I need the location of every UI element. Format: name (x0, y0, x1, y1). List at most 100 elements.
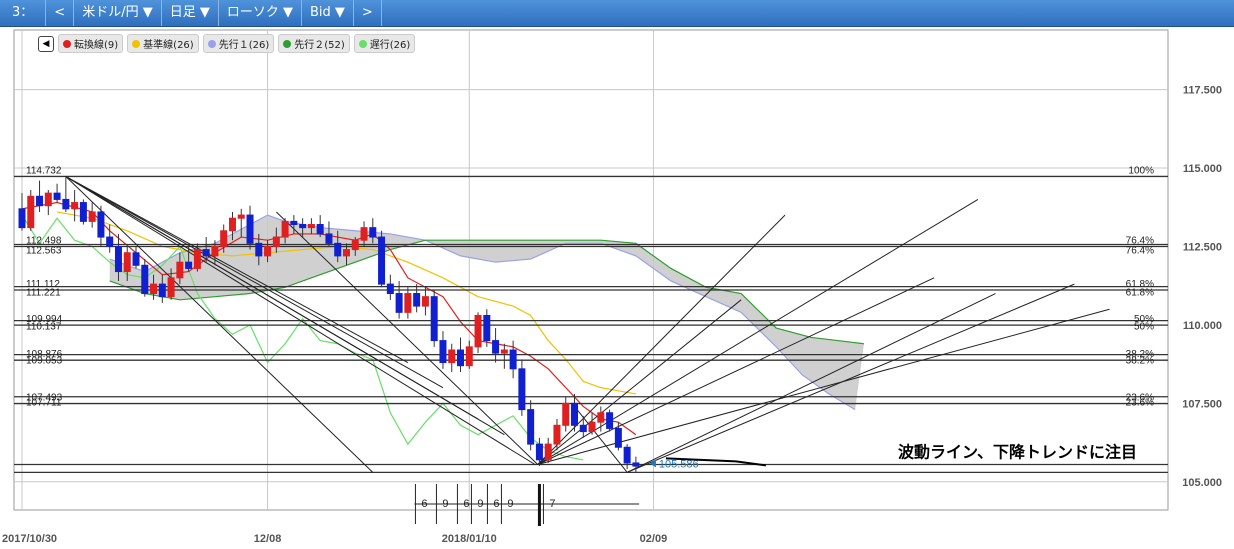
fib-pct-label: 50% (1134, 314, 1154, 325)
legend-collapse-icon[interactable]: ◀ (38, 35, 54, 52)
candle-body (360, 227, 368, 241)
candle-body (492, 340, 500, 354)
timeframe-dropdown[interactable]: 日足 ▼ (162, 0, 219, 26)
price-type-dropdown[interactable]: Bid ▼ (302, 0, 354, 26)
candle-body (421, 296, 429, 307)
candle-body (228, 217, 236, 232)
candle-body (465, 346, 473, 367)
chart-number-label: 3： (0, 0, 47, 26)
candle-body (220, 230, 228, 247)
count-label: 6 (493, 498, 499, 510)
candle-body (316, 224, 324, 235)
count-label: 9 (477, 498, 483, 510)
fib-pct-label: 61.8% (1126, 279, 1154, 290)
chart-type-dropdown[interactable]: ローソク ▼ (219, 0, 302, 26)
candle-body (88, 211, 96, 222)
candle-body (185, 261, 193, 269)
legend-span1-label: 先行１(26) (218, 40, 270, 51)
fib-price-label: 111.112 (26, 279, 60, 290)
candle-body (167, 277, 175, 298)
candle-body (18, 208, 26, 229)
symbol-dropdown[interactable]: 米ドル/円 ▼ (74, 0, 162, 26)
candle-body (211, 245, 219, 257)
legend-kijun-label: 基準線(26) (143, 40, 194, 51)
legend-kijun[interactable]: 基準線(26) (127, 34, 199, 53)
candle-body (413, 293, 421, 307)
x-tick-label: 2017/10/30 (2, 533, 57, 545)
candle-body (571, 402, 579, 426)
candle-body (62, 198, 70, 210)
candle-body (264, 245, 272, 257)
fib-price-label: 112.498 (26, 236, 62, 247)
legend-span2[interactable]: 先行２(52) (278, 34, 350, 53)
candle-body (606, 412, 614, 429)
candle-body (369, 227, 377, 238)
y-tick-label: 107.500 (1182, 398, 1222, 410)
y-tick-label: 105.000 (1182, 477, 1222, 489)
fib-pct-label: 100% (1128, 165, 1154, 176)
candle-body (623, 446, 631, 464)
candle-body (106, 236, 114, 247)
candle-body (141, 264, 149, 295)
candle-body (193, 249, 201, 269)
candle-body (299, 224, 307, 229)
candle-body (97, 211, 105, 238)
candle-body (509, 349, 517, 370)
ichimoku-chart[interactable]: 114.732112.563112.498111.221111.112110.1… (0, 26, 1234, 549)
legend-tenkan-label: 転換線(9) (74, 40, 119, 51)
span2-color-dot (283, 39, 292, 48)
candle-body (334, 242, 342, 257)
candle-body (535, 443, 543, 461)
candle-body (114, 245, 122, 273)
candle-body (483, 314, 491, 342)
candle-body (237, 214, 245, 219)
fib-pct-label: 38.2% (1126, 349, 1154, 360)
y-tick-label: 117.500 (1183, 85, 1222, 97)
prev-button[interactable]: < (46, 0, 75, 26)
candle-body (588, 421, 596, 433)
candle-body (457, 349, 464, 367)
candle-body (176, 261, 184, 279)
candle-body (44, 192, 52, 207)
indicator-legend: ◀ 転換線(9) 基準線(26) 先行１(26) 先行２(52) 遅行(26) (38, 34, 416, 53)
candle-body (378, 236, 386, 285)
candle-body (386, 283, 394, 295)
candle-body (53, 192, 61, 200)
candle-body (614, 427, 622, 448)
candle-body (430, 296, 438, 342)
candle-body (27, 195, 35, 229)
candle-body (518, 368, 526, 411)
legend-span1[interactable]: 先行１(26) (202, 34, 275, 53)
legend-tenkan[interactable]: 転換線(9) (58, 34, 124, 53)
candle-body (36, 195, 44, 207)
candle-body (325, 233, 333, 244)
candle-body (255, 242, 263, 257)
candle-body (71, 202, 79, 210)
candle-body (150, 283, 158, 295)
candle-body (562, 402, 570, 426)
candle-body (202, 249, 210, 257)
fib-price-label: 109.994 (26, 314, 63, 325)
count-label: 7 (549, 498, 555, 510)
span1-color-dot (207, 39, 216, 48)
x-tick-label: 02/09 (640, 533, 668, 545)
candle-body (281, 220, 289, 238)
legend-chikou-label: 遅行(26) (369, 40, 411, 51)
fib-pct-label: 23.6% (1126, 393, 1154, 404)
legend-chikou[interactable]: 遅行(26) (353, 34, 416, 53)
legend-span2-label: 先行２(52) (294, 40, 345, 51)
y-tick-label: 112.500 (1183, 241, 1222, 253)
candle-body (439, 340, 447, 364)
candle-body (404, 293, 412, 313)
chart-toolbar: 3： < 米ドル/円 ▼ 日足 ▼ ローソク ▼ Bid ▼ > (0, 0, 1234, 27)
chart-area[interactable]: 114.732 112.563 112.498 111.221 111.112 110.1… (0, 26, 1234, 549)
kijun-color-dot (132, 39, 141, 48)
candle-body (123, 252, 131, 273)
fib-pct-label: 76.4% (1126, 236, 1154, 247)
x-tick-label: 2018/01/10 (442, 533, 497, 545)
next-button[interactable]: > (354, 0, 382, 26)
candle-body (553, 424, 561, 445)
candle-body (246, 214, 254, 244)
candle-body (79, 202, 87, 222)
fib-pct-label: 76.4% (1126, 245, 1154, 256)
